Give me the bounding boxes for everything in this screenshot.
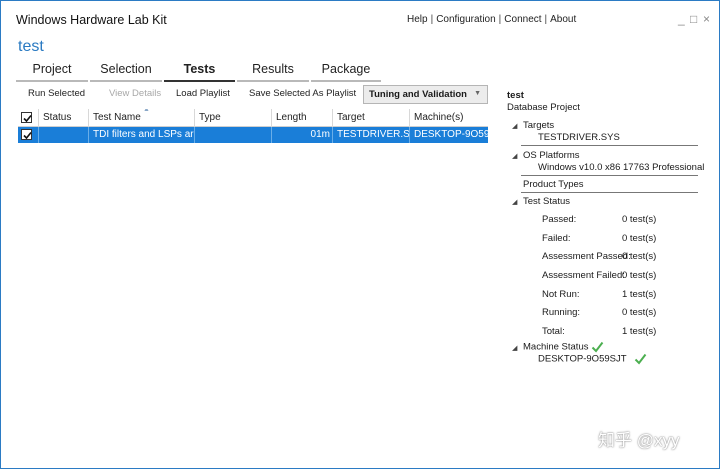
checkmark-icon xyxy=(23,131,32,140)
expanded-triangle-icon: ◢ xyxy=(512,344,518,352)
passed-value: 0 test(s) xyxy=(622,214,657,225)
column-machines[interactable]: Machine(s) xyxy=(409,109,488,127)
column-test-name-label: Test Name xyxy=(93,112,141,123)
tab-package[interactable]: Package xyxy=(311,61,381,82)
running-value: 0 test(s) xyxy=(622,307,657,318)
row-checkbox[interactable] xyxy=(21,129,32,140)
row-select-cell[interactable] xyxy=(18,127,38,143)
os-platforms-section[interactable]: ◢ OS Platforms xyxy=(512,150,580,161)
os-platforms-value: Windows v10.0 x86 17763 Professional xyxy=(538,162,705,173)
green-check-icon xyxy=(591,341,604,353)
about-link[interactable]: About xyxy=(550,14,576,25)
minimize-icon[interactable]: _ xyxy=(678,12,685,26)
nav-separator: | xyxy=(430,14,434,25)
expanded-triangle-icon: ◢ xyxy=(512,123,518,130)
os-platforms-label: OS Platforms xyxy=(523,150,580,161)
passed-label: Passed: xyxy=(542,214,577,225)
table-row[interactable]: TDI filters and LSPs are 01m TESTDRIVER.… xyxy=(18,127,488,143)
project-title: test xyxy=(18,38,44,55)
column-length[interactable]: Length xyxy=(271,109,332,127)
machine-name: DESKTOP-9O59SJT xyxy=(538,353,647,365)
main-tabs: Project Selection Tests Results Package xyxy=(16,61,381,82)
checkmark-icon xyxy=(23,114,32,123)
test-filter-value: Tuning and Validation xyxy=(369,89,467,100)
nav-separator: | xyxy=(544,14,548,25)
maximize-icon[interactable]: □ xyxy=(690,12,697,26)
tab-project[interactable]: Project xyxy=(16,61,88,82)
assessment-failed-value: 0 test(s) xyxy=(622,270,657,281)
tab-tests[interactable]: Tests xyxy=(164,61,235,82)
help-link[interactable]: Help xyxy=(407,14,428,25)
machine-status-section[interactable]: ◢ Machine Status xyxy=(512,341,604,353)
column-status[interactable]: Status xyxy=(38,109,88,127)
column-target[interactable]: Target xyxy=(332,109,409,127)
row-test-name: TDI filters and LSPs are xyxy=(88,127,194,143)
row-target: TESTDRIVER.SYS xyxy=(332,127,409,143)
tests-grid: Status ▲ Test Name Type Length Target Ma… xyxy=(18,109,488,143)
row-type xyxy=(194,127,271,143)
not-run-value: 1 test(s) xyxy=(622,289,657,300)
expanded-triangle-icon: ◢ xyxy=(512,199,518,206)
total-label: Total: xyxy=(542,326,565,337)
nav-separator: | xyxy=(498,14,502,25)
column-test-name[interactable]: ▲ Test Name xyxy=(88,109,194,127)
assessment-failed-label: Assessment Failed: xyxy=(542,270,625,281)
run-selected-button[interactable]: Run Selected xyxy=(28,88,85,99)
tab-results[interactable]: Results xyxy=(237,61,309,82)
green-check-icon xyxy=(634,353,647,365)
load-playlist-button[interactable]: Load Playlist xyxy=(176,88,230,99)
failed-label: Failed: xyxy=(542,233,571,244)
test-status-label: Test Status xyxy=(523,196,570,207)
tab-selection[interactable]: Selection xyxy=(90,61,162,82)
row-machines: DESKTOP-9O59 xyxy=(409,127,488,143)
assessment-passed-label: Assessment Passed: xyxy=(542,251,631,262)
sort-ascending-icon: ▲ xyxy=(143,109,150,113)
watermark: 知乎 @xyy xyxy=(598,431,680,450)
app-title: Windows Hardware Lab Kit xyxy=(16,13,167,27)
close-icon[interactable]: × xyxy=(703,12,710,26)
product-types-section[interactable]: Product Types xyxy=(512,179,584,190)
select-all-column[interactable] xyxy=(18,109,38,127)
row-length: 01m xyxy=(271,127,332,143)
tests-toolbar: Run Selected View Details Load Playlist … xyxy=(16,85,489,105)
targets-section[interactable]: ◢ Targets xyxy=(512,120,554,131)
machine-name-label: DESKTOP-9O59SJT xyxy=(538,353,627,365)
expanded-triangle-icon: ◢ xyxy=(512,153,518,160)
details-subtitle: Database Project xyxy=(507,102,580,113)
targets-label: Targets xyxy=(523,120,555,131)
total-value: 1 test(s) xyxy=(622,326,657,337)
chevron-down-icon: ▼ xyxy=(474,90,481,97)
column-type[interactable]: Type xyxy=(194,109,271,127)
top-nav: Help | Configuration | Connect | About xyxy=(407,14,576,25)
not-run-label: Not Run: xyxy=(542,289,580,300)
details-title: test xyxy=(507,90,524,101)
select-all-checkbox[interactable] xyxy=(21,112,32,123)
running-label: Running: xyxy=(542,307,581,318)
targets-value: TESTDRIVER.SYS xyxy=(538,132,620,143)
section-divider xyxy=(521,192,698,193)
section-divider xyxy=(521,145,698,146)
title-bar: Windows Hardware Lab Kit Help | Configurat… xyxy=(1,1,719,35)
save-playlist-button[interactable]: Save Selected As Playlist xyxy=(249,88,356,99)
test-status-section[interactable]: ◢ Test Status xyxy=(512,196,570,207)
hlk-window: Windows Hardware Lab Kit Help | Configurat… xyxy=(0,0,720,469)
configuration-link[interactable]: Configuration xyxy=(436,14,495,25)
failed-value: 0 test(s) xyxy=(622,233,657,244)
grid-header: Status ▲ Test Name Type Length Target Ma… xyxy=(18,109,488,127)
section-divider xyxy=(521,175,698,176)
test-filter-dropdown[interactable]: Tuning and Validation ▼ xyxy=(363,85,488,104)
view-details-button[interactable]: View Details xyxy=(109,88,161,99)
row-status xyxy=(38,127,88,143)
product-types-label: Product Types xyxy=(523,179,584,190)
connect-link[interactable]: Connect xyxy=(504,14,541,25)
assessment-passed-value: 0 test(s) xyxy=(622,251,657,262)
machine-status-label: Machine Status xyxy=(523,341,589,353)
